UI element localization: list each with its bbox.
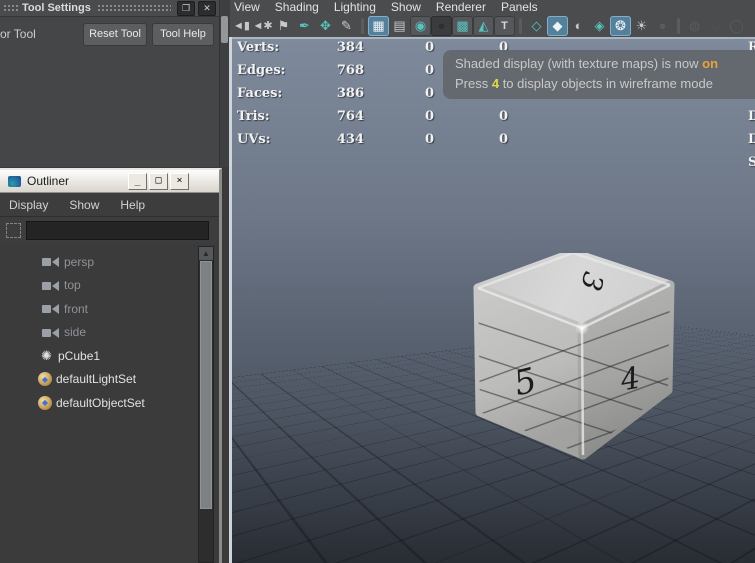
float-panel-icon[interactable]: ❐	[177, 1, 195, 16]
film-gate-icon[interactable]: ▤	[389, 16, 410, 36]
toolbar-separator	[677, 18, 680, 34]
scroll-up-icon[interactable]: ▲	[199, 247, 213, 260]
maya-app-icon	[8, 176, 21, 187]
close-icon[interactable]: ×	[170, 173, 189, 190]
select-camera-icon[interactable]: ◄▮	[231, 16, 252, 36]
menu-shading[interactable]: Shading	[275, 0, 319, 14]
hud-row-tris: Tris:76400	[237, 109, 508, 124]
outliner-titlebar[interactable]: Outliner _ □ ×	[0, 170, 219, 193]
outliner-item-defaultobjectset[interactable]: ◆ defaultObjectSet	[0, 391, 219, 415]
flat-shade-icon[interactable]: ◐	[568, 16, 589, 36]
pan-zoom-icon[interactable]: ✥	[315, 16, 336, 36]
tooltip-hotkey-4: 4	[492, 76, 499, 91]
tooltip-state-on: on	[702, 56, 718, 71]
outliner-item-persp[interactable]: persp	[0, 250, 219, 274]
hud-row-uvs: UVs:43400	[237, 132, 508, 147]
scrollbar-thumb[interactable]	[221, 16, 228, 43]
hud-edge-label: D	[748, 132, 755, 147]
viewport-toolbar: ◄▮ ◄✱ ⚑ ✒ ✥ ✎ ▦ ▤ ◉ ● ▩ ◭ T ◇ ◆ ◐ ◈ ❂ ☀ …	[229, 14, 755, 37]
outliner-item-top[interactable]: top	[0, 274, 219, 298]
menu-view[interactable]: View	[234, 0, 260, 14]
viewport-panel: View Shading Lighting Show Renderer Pane…	[229, 0, 755, 563]
outliner-title: Outliner	[27, 174, 69, 188]
menu-display[interactable]: Display	[9, 198, 48, 212]
outliner-item-side[interactable]: side	[0, 321, 219, 345]
occlusion-icon[interactable]: ◍	[684, 16, 705, 36]
outliner-item-defaultlightset[interactable]: ◆ defaultLightSet	[0, 368, 219, 392]
field-chart-icon[interactable]: ▩	[452, 16, 473, 36]
outliner-menubar: Display Show Help	[0, 193, 219, 217]
outliner-scrollbar[interactable]: ▲	[198, 246, 214, 563]
tool-settings-title: Tool Settings	[22, 2, 91, 14]
use-default-material-icon[interactable]: ❂	[610, 16, 631, 36]
tool-help-button[interactable]: Tool Help	[152, 23, 214, 46]
menu-renderer[interactable]: Renderer	[436, 0, 486, 14]
active-viewport-border-left	[229, 37, 232, 563]
outliner-window: Outliner _ □ × Display Show Help persp t…	[0, 168, 222, 563]
maya-window: View Shading Lighting Show Renderer Pane…	[0, 0, 755, 563]
object-set-icon: ◆	[38, 372, 52, 386]
object-set-icon: ◆	[38, 396, 52, 410]
panel-grip-dots	[3, 4, 19, 13]
safe-action-icon[interactable]: ◭	[473, 16, 494, 36]
toolbar-separator	[519, 18, 522, 34]
menu-show[interactable]: Show	[391, 0, 421, 14]
shadows-icon[interactable]: ●	[652, 16, 673, 36]
smooth-shade-icon[interactable]: ◆	[547, 16, 568, 36]
safe-title-icon[interactable]: T	[494, 16, 515, 36]
camera-icon	[42, 257, 59, 266]
viewport-menubar: View Shading Lighting Show Renderer Pane…	[229, 0, 755, 14]
menu-lighting[interactable]: Lighting	[334, 0, 376, 14]
poly-mesh-icon: ✺	[38, 349, 55, 362]
scrollbar-thumb[interactable]	[200, 261, 212, 509]
gate-mask-icon[interactable]: ●	[431, 16, 452, 36]
pcube-mesh[interactable]: 3 5 4	[448, 253, 678, 463]
camera-icon	[42, 281, 59, 290]
image-plane-icon[interactable]: ✒	[294, 16, 315, 36]
camera-icon	[42, 304, 59, 313]
hud-row-faces: Faces:3860	[237, 86, 434, 101]
outliner-search-input[interactable]	[26, 221, 209, 240]
grid-icon[interactable]: ▦	[368, 16, 389, 36]
wireframe-icon[interactable]: ◇	[526, 16, 547, 36]
multisample-icon[interactable]: ◯	[726, 16, 747, 36]
bookmark-icon[interactable]: ⚑	[273, 16, 294, 36]
tool-settings-panel: Tool Settings ❐ ✕ or Tool Reset Tool Too…	[0, 0, 219, 167]
viewport-canvas[interactable]: 3 5 4 Verts:38400 Edges:7680 Faces:3860 …	[229, 39, 755, 563]
camera-icon	[42, 328, 59, 337]
outliner-item-pcube1[interactable]: ✺ pCube1	[0, 344, 219, 368]
selection-filter-icon[interactable]	[6, 223, 21, 238]
camera-attributes-icon[interactable]: ◄✱	[252, 16, 273, 36]
maximize-icon[interactable]: □	[149, 173, 168, 190]
close-panel-icon[interactable]: ✕	[198, 1, 216, 16]
menu-show[interactable]: Show	[69, 198, 99, 212]
reset-tool-button[interactable]: Reset Tool	[83, 23, 147, 46]
outliner-list: persp top front side ✺ pCube1 ◆ defaultL…	[0, 243, 219, 415]
motion-blur-icon[interactable]: ◌	[705, 16, 726, 36]
menu-help[interactable]: Help	[120, 198, 145, 212]
lights-icon[interactable]: ☀	[631, 16, 652, 36]
minimize-icon[interactable]: _	[128, 173, 147, 190]
toolbar-separator	[361, 18, 364, 34]
shading-tooltip: Shaded display (with texture maps) is no…	[443, 50, 755, 99]
outliner-item-front[interactable]: front	[0, 297, 219, 321]
current-tool-label: or Tool	[0, 27, 36, 41]
textured-icon[interactable]: ◈	[589, 16, 610, 36]
hud-row-edges: Edges:7680	[237, 63, 434, 78]
panel-grip-dots	[97, 4, 171, 13]
resolution-gate-icon[interactable]: ◉	[410, 16, 431, 36]
menu-panels[interactable]: Panels	[501, 0, 538, 14]
outliner-search-row	[0, 217, 219, 243]
hud-edge-label: S	[748, 155, 755, 170]
grease-pencil-icon[interactable]: ✎	[336, 16, 357, 36]
tool-settings-header[interactable]: Tool Settings ❐ ✕	[0, 0, 219, 17]
hud-edge-label: D	[748, 109, 755, 124]
